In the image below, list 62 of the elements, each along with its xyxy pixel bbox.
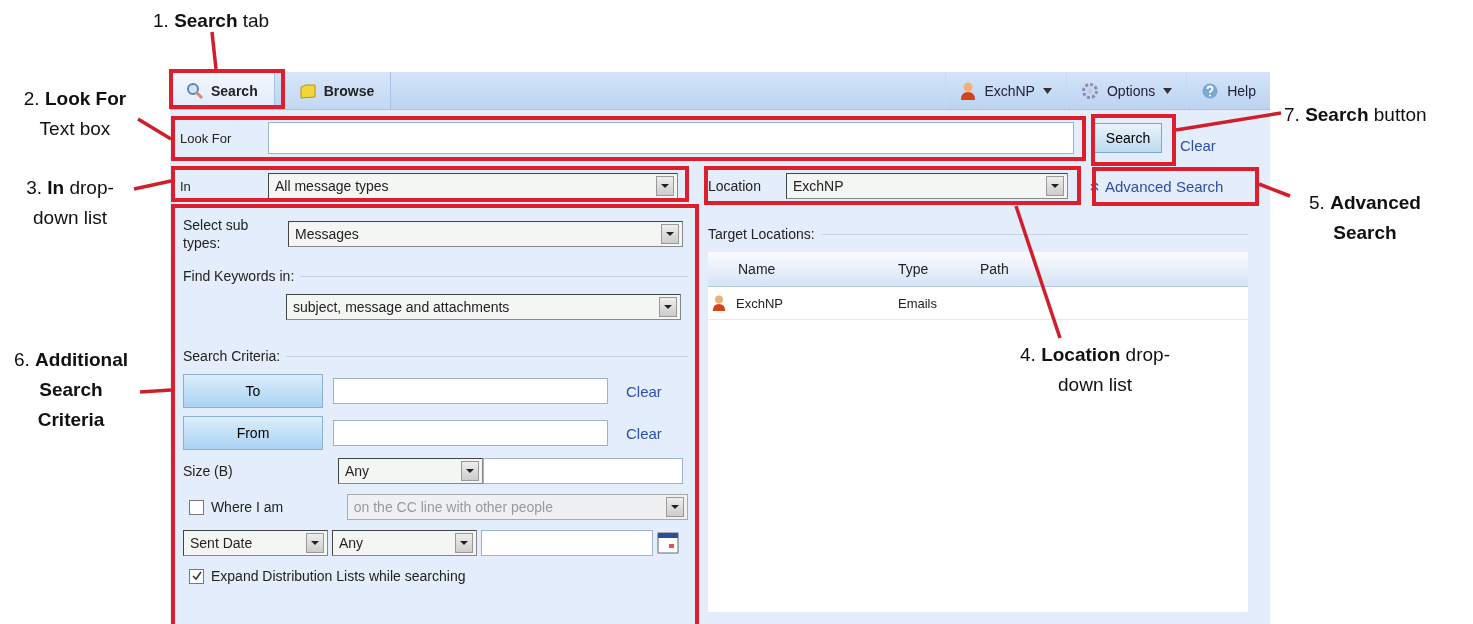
field-label: In: [180, 177, 192, 195]
calendar-icon[interactable]: [657, 532, 679, 554]
date-operator-dropdown[interactable]: Any: [332, 530, 477, 556]
field-label: Select sub types:: [183, 216, 250, 252]
date-field[interactable]: [481, 530, 653, 556]
section-heading: Find Keywords in:: [183, 268, 295, 284]
callout-label: 1. Search tab: [153, 9, 271, 33]
folder-icon: [298, 81, 317, 100]
size-dropdown[interactable]: Any: [338, 458, 483, 484]
expand-lists-checkbox[interactable]: [189, 568, 204, 584]
clear-link[interactable]: Clear: [626, 424, 662, 442]
callout-label: 4. Location drop- down list: [1019, 343, 1171, 397]
caret-icon: [1163, 87, 1173, 94]
gear-icon: [1080, 81, 1099, 100]
leader-line: [139, 388, 172, 394]
search-icon: [186, 81, 204, 100]
clear-link[interactable]: Clear: [626, 382, 662, 400]
column-header: Type: [898, 261, 930, 277]
callout-label: 5. Advanced Search: [1308, 191, 1422, 245]
leader-line: [137, 117, 172, 141]
section-heading: Target Locations:: [708, 226, 815, 242]
person-icon: [960, 80, 977, 101]
person-icon: [712, 294, 726, 312]
recipient-field[interactable]: [333, 420, 608, 446]
checkbox-label: Where I am: [210, 499, 285, 515]
toolbar-menu[interactable]: ExchNP: [945, 72, 1066, 109]
recipient-field[interactable]: [333, 378, 608, 404]
clear-link[interactable]: Clear: [1180, 136, 1216, 154]
double-chevron-icon: [1090, 181, 1099, 191]
table-row[interactable]: ExchNP Emails: [708, 287, 1248, 320]
in-dropdown[interactable]: All message types: [268, 173, 678, 199]
look-for-field[interactable]: [268, 122, 1074, 154]
toolbar-menu[interactable]: Help: [1186, 72, 1270, 109]
table-cell: Emails: [898, 295, 937, 311]
field-label: Location: [708, 178, 762, 194]
callout-label: 3. In drop- down list: [25, 176, 115, 230]
keywords-dropdown[interactable]: subject, message and attachments: [286, 294, 681, 320]
section-heading: Search Criteria:: [183, 348, 281, 364]
table-cell-text: ExchNP: [736, 295, 784, 311]
sub-types-dropdown[interactable]: Messages: [288, 221, 683, 247]
leader-line: [1258, 182, 1291, 198]
help-icon: [1201, 81, 1220, 100]
location-dropdown[interactable]: ExchNP: [786, 173, 1068, 199]
checkbox-label: Expand Distribution Lists while searching: [211, 568, 466, 584]
field-label: Look For: [180, 129, 233, 147]
leader-line: [210, 31, 218, 70]
recipient-button[interactable]: From: [183, 416, 323, 450]
column-header: Path: [980, 261, 1009, 277]
tab[interactable]: Browse: [282, 72, 392, 109]
search-button[interactable]: Search: [1094, 123, 1162, 153]
size-field[interactable]: [483, 458, 683, 484]
callout-label: 6. Additional Search Criteria: [13, 348, 129, 432]
callout-label: 7. Search button: [1284, 103, 1428, 127]
date-field-dropdown[interactable]: Sent Date: [183, 530, 328, 556]
leader-line: [133, 179, 172, 191]
advanced-search-link[interactable]: Advanced Search: [1090, 177, 1224, 195]
toolbar-menu[interactable]: Options: [1065, 72, 1187, 109]
column-header: Name: [738, 261, 777, 277]
recipient-button[interactable]: To: [183, 374, 323, 408]
field-label: Size (B): [183, 463, 234, 479]
callout-label: 2. Look For Text box: [22, 87, 128, 141]
caret-icon: [1042, 87, 1052, 94]
